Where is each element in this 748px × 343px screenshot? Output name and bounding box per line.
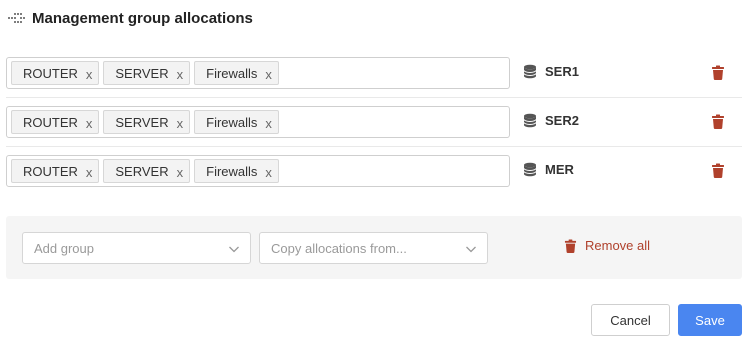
row-divider	[6, 97, 742, 98]
cancel-button[interactable]: Cancel	[591, 304, 670, 336]
tag-input[interactable]: ROUTER x SERVER x Firewalls x	[6, 155, 510, 187]
group-name: SER2	[545, 113, 579, 128]
tag: Firewalls x	[194, 61, 279, 85]
copy-allocations-select[interactable]: Copy allocations from...	[259, 232, 488, 264]
allocation-row: ROUTER x SERVER x Firewalls x SER1	[6, 57, 742, 91]
group-label: MER	[523, 162, 574, 177]
tag: ROUTER x	[11, 61, 100, 85]
tag: Firewalls x	[194, 110, 279, 134]
tag-label: SERVER	[115, 65, 169, 81]
tag: ROUTER x	[11, 159, 100, 183]
tag-remove-icon[interactable]: x	[265, 117, 272, 130]
group-label: SER1	[523, 64, 579, 79]
group-name: MER	[545, 162, 574, 177]
allocation-row: ROUTER x SERVER x Firewalls x SER2	[6, 106, 742, 140]
tag-remove-icon[interactable]: x	[265, 68, 272, 81]
tag-label: Firewalls	[206, 163, 258, 179]
tag-remove-icon[interactable]: x	[86, 166, 93, 179]
grip-dots-icon	[6, 8, 26, 28]
allocation-row: ROUTER x SERVER x Firewalls x MER	[6, 155, 742, 189]
trash-icon[interactable]	[711, 114, 725, 129]
tag: Firewalls x	[194, 159, 279, 183]
database-icon	[523, 64, 537, 79]
database-icon	[523, 113, 537, 128]
remove-all-button[interactable]: Remove all	[564, 238, 650, 253]
database-icon	[523, 162, 537, 177]
tag-label: ROUTER	[23, 65, 78, 81]
tag-input[interactable]: ROUTER x SERVER x Firewalls x	[6, 106, 510, 138]
add-group-select[interactable]: Add group	[22, 232, 251, 264]
tag: ROUTER x	[11, 110, 100, 134]
title-row: Management group allocations	[6, 6, 253, 30]
group-name: SER1	[545, 64, 579, 79]
group-label: SER2	[523, 113, 579, 128]
add-group-placeholder: Add group	[34, 240, 94, 256]
copy-allocations-placeholder: Copy allocations from...	[271, 240, 407, 256]
tag: SERVER x	[103, 110, 191, 134]
chevron-down-icon	[466, 246, 476, 253]
tag-label: ROUTER	[23, 163, 78, 179]
tag-remove-icon[interactable]: x	[265, 166, 272, 179]
trash-icon[interactable]	[711, 163, 725, 178]
tag-remove-icon[interactable]: x	[86, 117, 93, 130]
tag-label: Firewalls	[206, 65, 258, 81]
chevron-down-icon	[229, 246, 239, 253]
save-button[interactable]: Save	[678, 304, 742, 336]
tag-remove-icon[interactable]: x	[86, 68, 93, 81]
remove-all-label: Remove all	[585, 238, 651, 253]
management-group-allocations-dialog: Management group allocations ROUTER x SE…	[0, 0, 748, 343]
tag-label: SERVER	[115, 163, 169, 179]
tag: SERVER x	[103, 159, 191, 183]
tag-label: ROUTER	[23, 114, 78, 130]
trash-icon[interactable]	[711, 65, 725, 80]
tag-label: SERVER	[115, 114, 169, 130]
tag-remove-icon[interactable]: x	[177, 68, 184, 81]
tag: SERVER x	[103, 61, 191, 85]
tag-label: Firewalls	[206, 114, 258, 130]
tag-input[interactable]: ROUTER x SERVER x Firewalls x	[6, 57, 510, 89]
row-divider	[6, 146, 742, 147]
tag-remove-icon[interactable]: x	[177, 117, 184, 130]
page-title: Management group allocations	[32, 9, 253, 27]
tag-remove-icon[interactable]: x	[177, 166, 184, 179]
trash-icon	[564, 239, 577, 253]
add-group-panel: Add group Copy allocations from... Remov…	[6, 216, 742, 279]
